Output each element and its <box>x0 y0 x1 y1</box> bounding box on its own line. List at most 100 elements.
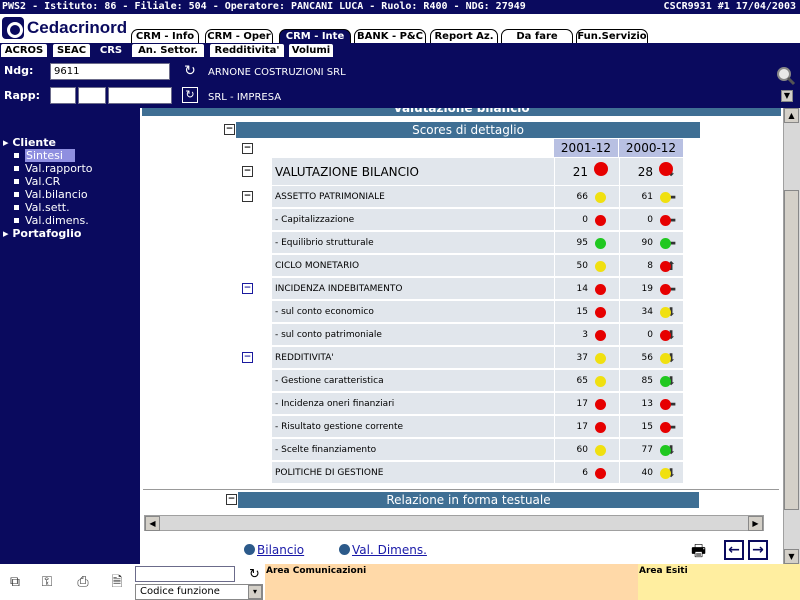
rapp-input-3[interactable] <box>108 87 172 104</box>
table-row: INCIDENZA INDEBITAMENTO⬅1419 <box>272 278 683 300</box>
tab-redditivita[interactable]: Redditivita' <box>210 44 284 57</box>
table-row: - Scelte finanziamento⬇6077 <box>272 439 683 461</box>
sidebar-item-val-rapporto[interactable]: Val.rapporto <box>14 162 93 175</box>
printer-icon[interactable]: ⎙ <box>72 572 94 592</box>
score-2001-cell: 66 <box>554 186 618 208</box>
table-row: ASSETTO PATRIMONIALE⬅6661 <box>272 186 683 208</box>
table-row: POLITICHE DI GESTIONE⬇640 <box>272 462 683 484</box>
score-value: 61 <box>641 192 653 202</box>
refresh-icon[interactable]: ↻ <box>182 63 198 79</box>
ndg-input[interactable]: 9611 <box>50 63 170 80</box>
brand-logo: Cedacrinord <box>2 16 127 40</box>
bottom-links-bar: Bilancio Val. Dimens. 🖶 ← → <box>140 537 783 564</box>
score-value: 8 <box>647 261 653 271</box>
status-dot-red <box>595 284 606 295</box>
tab-da-fare[interactable]: Da fare <box>501 29 573 43</box>
go-icon[interactable]: ↻ <box>249 567 260 582</box>
vertical-scrollbar[interactable]: ▲ ▼ <box>783 108 800 564</box>
title-bar: PWS2 - Istituto: 86 - Filiale: 504 - Ope… <box>0 0 800 14</box>
row-label: REDDITIVITA' <box>275 353 334 363</box>
function-code-select[interactable]: Codice funzione ▾ <box>135 584 263 600</box>
score-2001-cell: 6 <box>554 462 618 484</box>
score-2000-cell: 15 <box>619 416 683 438</box>
score-value: 3 <box>582 330 588 340</box>
status-dot-yellow <box>595 376 606 387</box>
search-icon[interactable] <box>776 66 796 86</box>
row-label: - Equilibrio strutturale <box>275 238 374 248</box>
tab-crs[interactable]: CRS <box>95 44 127 57</box>
row-collapse-toggle-icon[interactable]: − <box>242 191 253 202</box>
key-icon[interactable]: ⚿ <box>36 572 58 592</box>
collapse-toggle-top-icon[interactable]: − <box>242 143 253 154</box>
sync-icon[interactable]: ↻ <box>182 87 198 103</box>
brand-logo-text: Cedacrinord <box>27 18 128 37</box>
table-row: - Risultato gestione corrente⬅1715 <box>272 416 683 438</box>
row-collapse-toggle-icon[interactable]: − <box>242 166 253 177</box>
fields-dropdown-icon[interactable]: ▼ <box>781 90 793 102</box>
print-icon[interactable]: 🖶 <box>691 540 706 567</box>
sidebar-item-val-dimens[interactable]: Val.dimens. <box>14 214 89 227</box>
globe-icon <box>244 544 255 555</box>
chevron-down-icon[interactable]: ▾ <box>248 585 262 599</box>
score-2001-cell: 14 <box>554 278 618 300</box>
logo-mark-icon <box>2 17 24 39</box>
scroll-up-icon[interactable]: ▲ <box>784 108 799 123</box>
function-code-input[interactable] <box>135 566 235 582</box>
tab-crm-info[interactable]: CRM - Info <box>131 29 199 43</box>
tab-volumi[interactable]: Volumi <box>289 44 333 57</box>
tab-an-settor[interactable]: An. Settor. <box>132 44 204 57</box>
scroll-right-icon[interactable]: ▶ <box>748 516 763 531</box>
tab-fun-servizio[interactable]: Fun.Servizio <box>576 29 648 43</box>
score-2001-cell: 95 <box>554 232 618 254</box>
val-dimens-link[interactable]: Val. Dimens. <box>339 543 427 557</box>
score-value: 95 <box>576 238 588 248</box>
bilancio-link[interactable]: Bilancio <box>244 543 304 557</box>
status-dot-red <box>660 422 671 433</box>
sidebar-item-sintesi[interactable]: Sintesi <box>14 149 75 162</box>
score-2001-cell: 3 <box>554 324 618 346</box>
score-2000-cell: 0 <box>619 209 683 231</box>
score-2000-cell: 28 <box>619 158 683 186</box>
status-dot-red <box>660 261 671 272</box>
collapse-relazione-icon[interactable]: − <box>226 494 237 505</box>
prev-page-button[interactable]: ← <box>724 540 744 560</box>
status-dot-red <box>659 162 673 176</box>
row-collapse-toggle-icon[interactable]: − <box>242 283 253 294</box>
row-collapse-toggle-icon[interactable]: − <box>242 352 253 363</box>
status-dot-red <box>594 162 608 176</box>
sidebar: ▸ Cliente Sintesi Val.rapporto Val.CR Va… <box>0 108 140 564</box>
status-dot-red <box>595 330 606 341</box>
sidebar-item-portafoglio[interactable]: ▸ Portafoglio <box>3 227 81 240</box>
sidebar-item-val-cr[interactable]: Val.CR <box>14 175 60 188</box>
tab-crm-oper[interactable]: CRM - Oper <box>205 29 273 43</box>
rapp-input-2[interactable] <box>78 87 106 104</box>
score-2001-cell: 15 <box>554 301 618 323</box>
score-2001-cell: 65 <box>554 370 618 392</box>
sidebar-item-val-bilancio[interactable]: Val.bilancio <box>14 188 88 201</box>
score-value: 77 <box>641 445 653 455</box>
horizontal-scrollbar[interactable]: ◀ ▶ <box>144 515 764 531</box>
rapp-name: SRL - IMPRESA <box>208 92 282 103</box>
status-dot-yellow <box>595 445 606 456</box>
tab-bank-pc[interactable]: BANK - P&C <box>354 29 426 43</box>
sidebar-item-val-sett[interactable]: Val.sett. <box>14 201 70 214</box>
scroll-left-icon[interactable]: ◀ <box>145 516 160 531</box>
score-2001-cell: 0 <box>554 209 618 231</box>
column-header-2001: 2001-12 <box>554 139 618 157</box>
copy-icon[interactable]: ⧉ <box>4 572 26 592</box>
sidebar-item-cliente[interactable]: ▸ Cliente <box>3 136 56 149</box>
rapp-input-1[interactable] <box>50 87 76 104</box>
status-dot-yellow <box>595 261 606 272</box>
tab-crm-inte[interactable]: CRM - Inte <box>279 29 351 43</box>
tab-report-az[interactable]: Report Az. <box>430 29 498 43</box>
globe-icon <box>339 544 350 555</box>
scroll-down-icon[interactable]: ▼ <box>784 549 799 564</box>
next-page-button[interactable]: → <box>748 540 768 560</box>
collapse-scores-icon[interactable]: − <box>224 124 235 135</box>
tab-acros[interactable]: ACROS <box>1 44 47 57</box>
tab-seac[interactable]: SEAC <box>53 44 90 57</box>
status-dot-green <box>660 445 671 456</box>
score-value: 0 <box>647 330 653 340</box>
scroll-thumb[interactable] <box>784 190 799 510</box>
document-icon[interactable]: 🗎 <box>106 572 128 592</box>
